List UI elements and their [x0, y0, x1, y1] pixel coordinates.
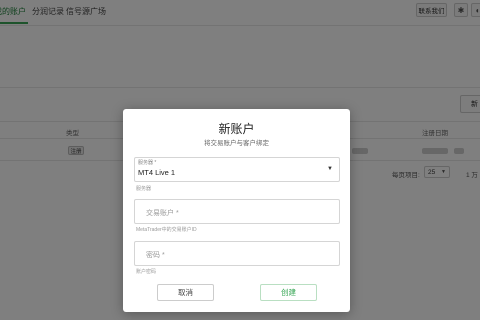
- create-button[interactable]: 创建: [260, 284, 317, 301]
- password-placeholder: 密码 *: [146, 252, 165, 259]
- cancel-button[interactable]: 取消: [157, 284, 214, 301]
- password-help: 账户密码: [136, 269, 157, 275]
- account-field[interactable]: 交易账户 *: [134, 199, 340, 224]
- chevron-down-icon: ▼: [327, 166, 333, 172]
- server-value: MT4 Live 1: [138, 168, 176, 177]
- password-field[interactable]: 密码 *: [134, 241, 340, 266]
- server-label: 服务器 *: [138, 160, 157, 166]
- dialog-subtitle: 将交易账户与客户绑定: [204, 140, 269, 147]
- server-help: 服务器: [136, 186, 152, 192]
- new-account-dialog: 新账户 将交易账户与客户绑定 服务器 * MT4 Live 1 ▼ 服务器 交易…: [123, 109, 350, 312]
- account-help: MetaTrader中的交易账户ID: [136, 227, 197, 233]
- dialog-title: 新账户: [218, 122, 255, 136]
- server-select[interactable]: 服务器 * MT4 Live 1 ▼: [134, 157, 340, 182]
- account-placeholder: 交易账户 *: [146, 210, 179, 217]
